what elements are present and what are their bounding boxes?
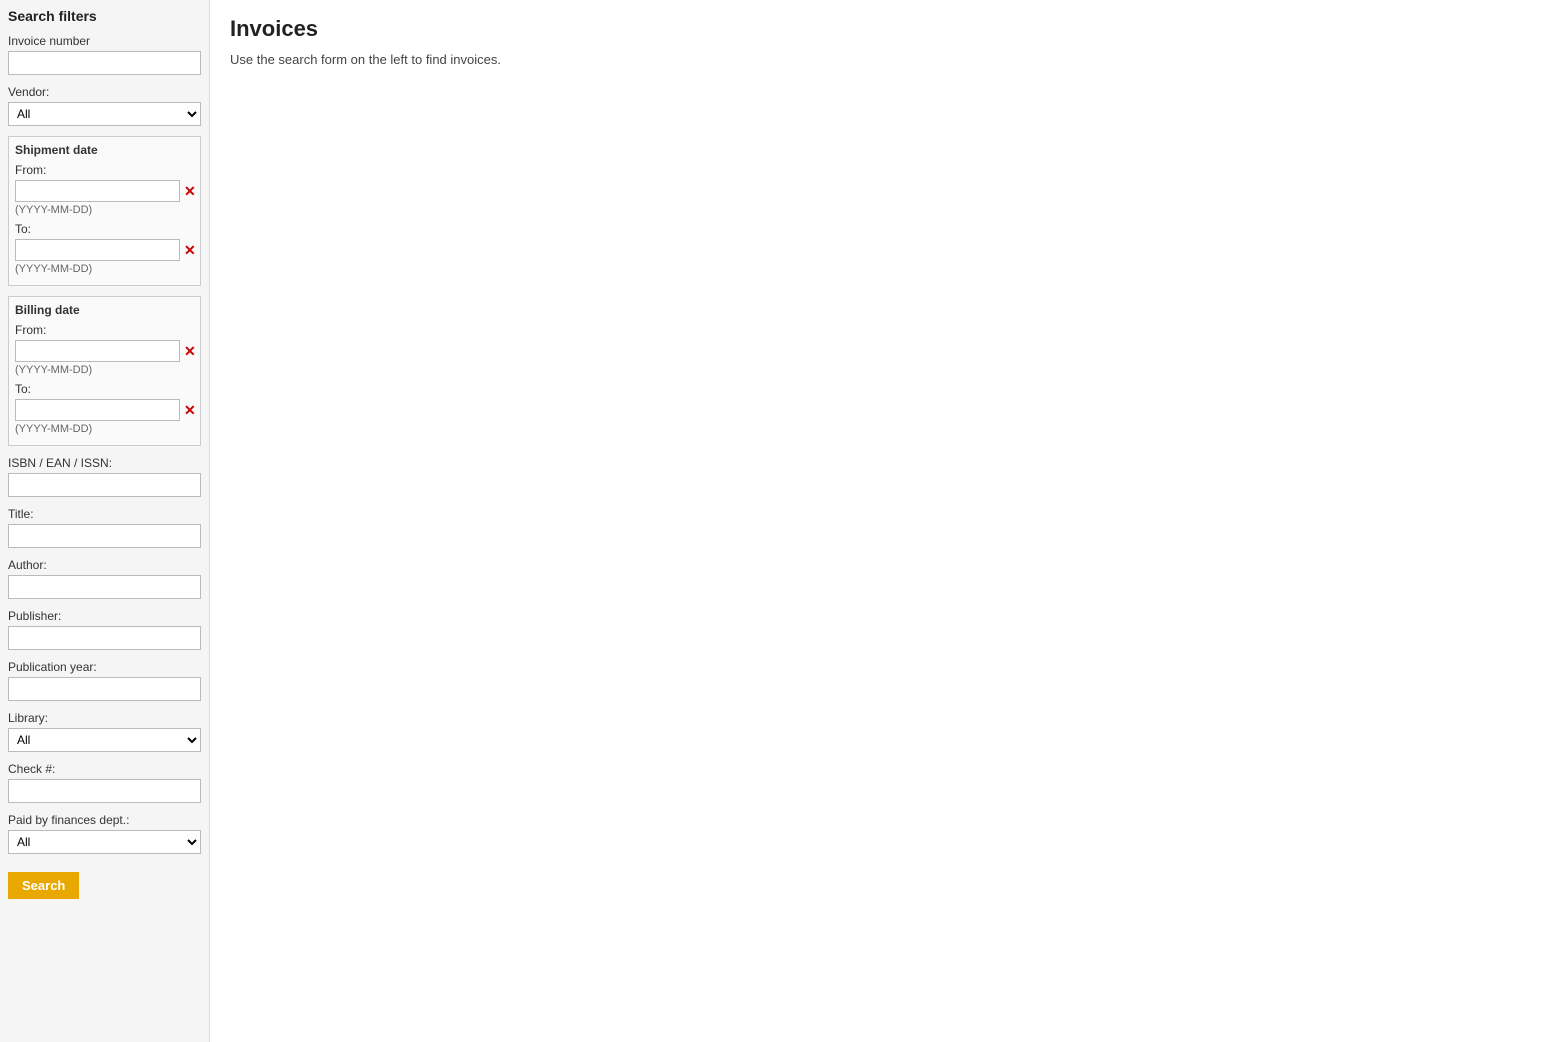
check-hash-input[interactable] [8, 779, 201, 803]
billing-date-section: Billing date From: ✕ (YYYY-MM-DD) To: ✕ … [8, 296, 201, 446]
billing-to-row: To: ✕ (YYYY-MM-DD) [15, 382, 194, 435]
billing-from-clear-button[interactable]: ✕ [184, 344, 196, 358]
author-group: Author: [8, 558, 201, 599]
billing-from-input[interactable] [15, 340, 180, 362]
page-title: Invoices [230, 16, 1544, 42]
author-label: Author: [8, 558, 201, 572]
shipment-from-wrapper: ✕ [15, 180, 194, 202]
vendor-select[interactable]: All [8, 102, 201, 126]
publication-year-input[interactable] [8, 677, 201, 701]
paid-by-finances-select[interactable]: All [8, 830, 201, 854]
author-input[interactable] [8, 575, 201, 599]
vendor-group: Vendor: All [8, 85, 201, 126]
billing-from-wrapper: ✕ [15, 340, 194, 362]
shipment-from-clear-button[interactable]: ✕ [184, 184, 196, 198]
shipment-to-input[interactable] [15, 239, 180, 261]
search-filters-title: Search filters [8, 8, 201, 24]
isbn-input[interactable] [8, 473, 201, 497]
search-button[interactable]: Search [8, 872, 79, 899]
billing-to-label: To: [15, 382, 194, 396]
invoice-number-group: Invoice number [8, 34, 201, 75]
shipment-to-hint: (YYYY-MM-DD) [15, 263, 194, 275]
paid-by-finances-group: Paid by finances dept.: All [8, 813, 201, 854]
sidebar: Search filters Invoice number Vendor: Al… [0, 0, 210, 1042]
invoice-number-label: Invoice number [8, 34, 201, 48]
publication-year-group: Publication year: [8, 660, 201, 701]
shipment-from-label: From: [15, 163, 194, 177]
publisher-input[interactable] [8, 626, 201, 650]
isbn-group: ISBN / EAN / ISSN: [8, 456, 201, 497]
check-hash-label: Check #: [8, 762, 201, 776]
invoice-number-input[interactable] [8, 51, 201, 75]
publisher-label: Publisher: [8, 609, 201, 623]
billing-to-hint: (YYYY-MM-DD) [15, 423, 194, 435]
shipment-date-title: Shipment date [15, 143, 194, 157]
billing-from-row: From: ✕ (YYYY-MM-DD) [15, 323, 194, 376]
billing-to-wrapper: ✕ [15, 399, 194, 421]
shipment-to-row: To: ✕ (YYYY-MM-DD) [15, 222, 194, 275]
billing-from-hint: (YYYY-MM-DD) [15, 364, 194, 376]
shipment-to-clear-button[interactable]: ✕ [184, 243, 196, 257]
paid-by-finances-label: Paid by finances dept.: [8, 813, 201, 827]
billing-to-input[interactable] [15, 399, 180, 421]
shipment-from-row: From: ✕ (YYYY-MM-DD) [15, 163, 194, 216]
check-hash-group: Check #: [8, 762, 201, 803]
billing-from-label: From: [15, 323, 194, 337]
library-label: Library: [8, 711, 201, 725]
title-group: Title: [8, 507, 201, 548]
publisher-group: Publisher: [8, 609, 201, 650]
title-label: Title: [8, 507, 201, 521]
billing-date-title: Billing date [15, 303, 194, 317]
main-content: Invoices Use the search form on the left… [210, 0, 1564, 1042]
shipment-from-hint: (YYYY-MM-DD) [15, 204, 194, 216]
shipment-to-label: To: [15, 222, 194, 236]
publication-year-label: Publication year: [8, 660, 201, 674]
shipment-from-input[interactable] [15, 180, 180, 202]
billing-to-clear-button[interactable]: ✕ [184, 403, 196, 417]
shipment-date-section: Shipment date From: ✕ (YYYY-MM-DD) To: ✕… [8, 136, 201, 286]
isbn-label: ISBN / EAN / ISSN: [8, 456, 201, 470]
shipment-to-wrapper: ✕ [15, 239, 194, 261]
vendor-label: Vendor: [8, 85, 201, 99]
page-description: Use the search form on the left to find … [230, 52, 1544, 67]
library-group: Library: All [8, 711, 201, 752]
library-select[interactable]: All [8, 728, 201, 752]
title-input[interactable] [8, 524, 201, 548]
